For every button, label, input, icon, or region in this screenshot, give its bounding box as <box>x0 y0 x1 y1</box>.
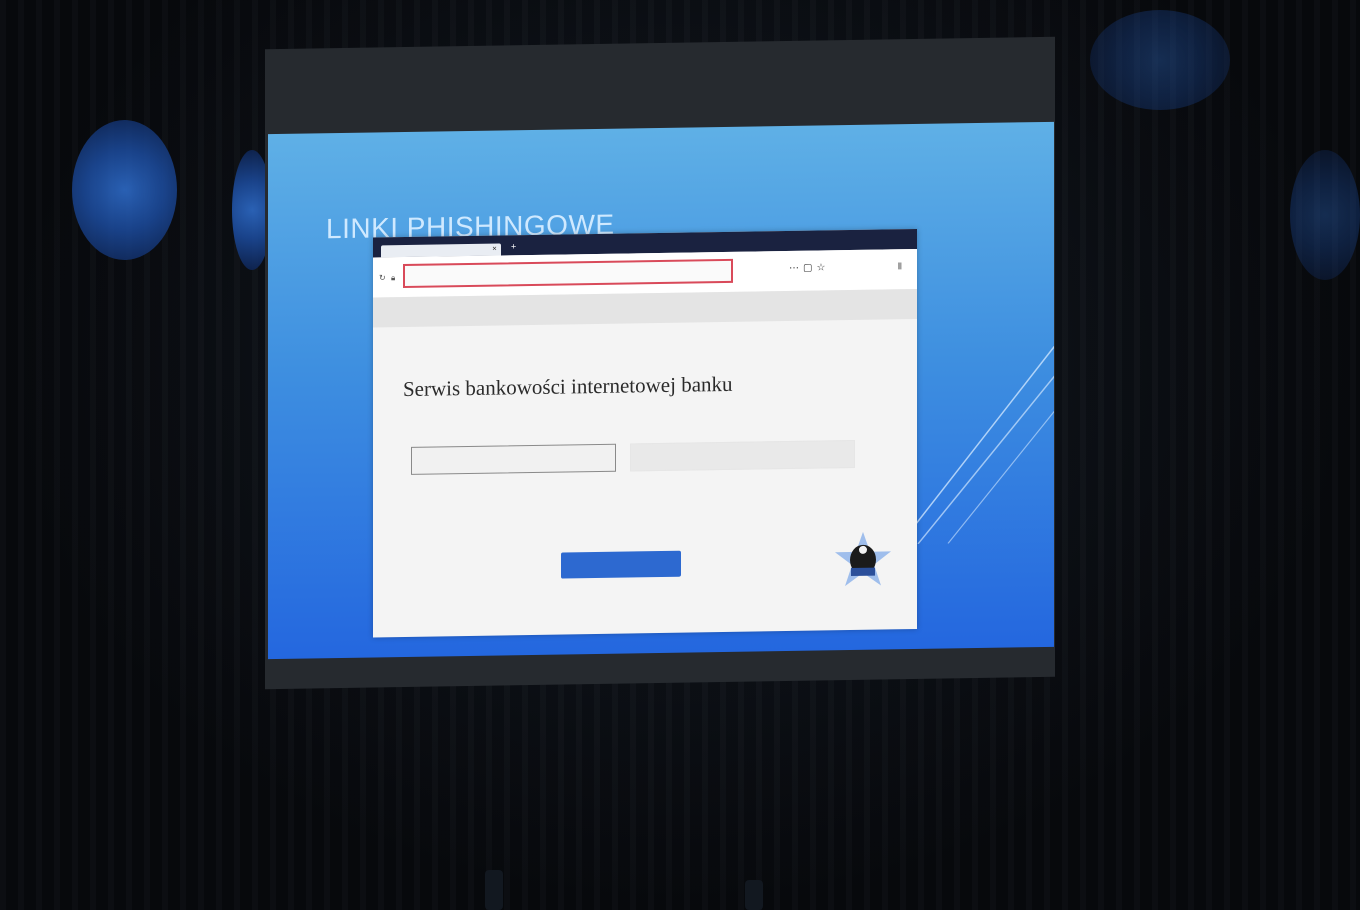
url-address-field[interactable] <box>403 258 733 289</box>
presentation-slide: LINKI PHISHINGOWE ✕ + ↻ 🔒︎ ⋯▢☆ ⫴ Serwis … <box>268 121 1054 660</box>
browser-screenshot: ✕ + ↻ 🔒︎ ⋯▢☆ ⫴ Serwis bankowości interne… <box>373 228 917 638</box>
username-field[interactable] <box>411 443 616 475</box>
decorative-lines <box>908 341 1054 545</box>
flower-decoration-icon <box>1290 150 1360 280</box>
page-heading: Serwis bankowości internetowej banku <box>403 371 733 402</box>
reload-icon[interactable]: ↻ <box>379 273 386 282</box>
police-star-emblem-icon <box>835 531 891 587</box>
lock-icon: 🔒︎ <box>391 273 396 283</box>
page-subtitle <box>453 402 833 408</box>
star-icon[interactable]: ☆ <box>816 262 829 273</box>
flower-decoration-icon <box>1090 10 1230 110</box>
flower-decoration-icon <box>72 120 177 260</box>
table-bottles <box>485 870 763 910</box>
close-icon[interactable]: ✕ <box>492 244 497 256</box>
password-field[interactable] <box>630 439 855 472</box>
security-note <box>443 498 843 504</box>
library-icon[interactable]: ⫴ <box>898 261 902 272</box>
new-tab-icon[interactable]: + <box>511 241 516 251</box>
more-icon[interactable]: ⋯ <box>789 263 803 274</box>
login-button[interactable] <box>561 550 681 579</box>
reader-icon[interactable]: ▢ <box>803 263 816 274</box>
toolbar-icons: ⋯▢☆ <box>789 262 829 274</box>
